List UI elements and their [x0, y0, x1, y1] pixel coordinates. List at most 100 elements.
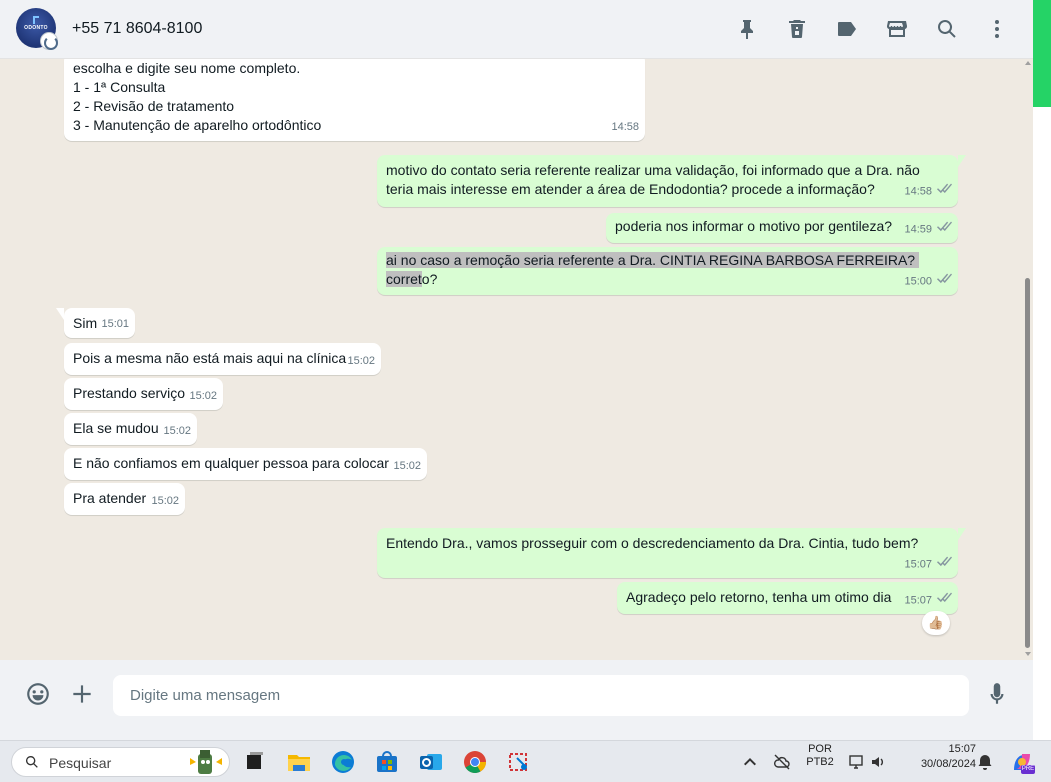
message-time: 15:02: [151, 495, 179, 507]
snipping-tool-icon[interactable]: [505, 748, 533, 776]
message-text: ai no caso a remoção seria referente a D…: [386, 251, 958, 289]
message-time: 15:02: [163, 425, 191, 437]
label-icon[interactable]: [835, 17, 859, 41]
message-text: Pra atender: [73, 490, 147, 506]
store-icon[interactable]: [885, 17, 909, 41]
bubble-tail: [958, 528, 966, 540]
search-highlight-art-icon: [190, 750, 222, 774]
read-ticks-icon: [936, 220, 952, 239]
message-meta: 14:58: [904, 182, 952, 201]
message-time: 15:07: [904, 558, 932, 570]
read-ticks-icon: [936, 272, 952, 291]
message-time: 14:58: [611, 121, 639, 133]
task-view-icon[interactable]: [241, 748, 269, 776]
scroll-down-arrow-icon[interactable]: [1025, 652, 1031, 656]
message-time: 15:00: [904, 275, 932, 287]
message-incoming[interactable]: Sim 15:01: [56, 308, 135, 338]
microphone-icon[interactable]: [984, 681, 1010, 707]
message-composer: [0, 660, 1033, 740]
search-icon: [24, 754, 40, 770]
contact-name[interactable]: +55 71 8604-8100: [72, 20, 202, 38]
copilot-pre-badge: PRE: [1021, 765, 1035, 774]
search-icon[interactable]: [935, 17, 959, 41]
clock-time: 15:07: [948, 743, 976, 755]
avatar-logo-icon: [33, 16, 39, 24]
whatsapp-window: ODONTO +55 71 8604-8100 escolha e digite…: [0, 0, 1033, 740]
message-outgoing[interactable]: poderia nos informar o motivo por gentil…: [606, 213, 958, 243]
scroll-up-arrow-icon[interactable]: [1025, 61, 1031, 65]
message-outgoing[interactable]: Entendo Dra., vamos prosseguir com o des…: [377, 528, 966, 578]
unselected-text: o?: [421, 271, 438, 287]
notification-bell-icon[interactable]: [976, 753, 994, 771]
input-language[interactable]: POR PTB2: [804, 743, 836, 769]
emoji-icon[interactable]: [25, 681, 51, 707]
message-meta: 15:00: [904, 272, 952, 291]
selected-text: ai no caso a remoção seria referente a D…: [386, 252, 919, 287]
scroll-thumb[interactable]: [1025, 278, 1030, 648]
avatar-logo-text: ODONTO: [24, 25, 48, 31]
message-text: Ela se mudou: [73, 420, 159, 436]
edge-browser-icon[interactable]: [329, 748, 357, 776]
clock-date: 30/08/2024: [920, 758, 976, 770]
attach-plus-icon[interactable]: [69, 681, 95, 707]
message-time: 14:58: [904, 185, 932, 197]
outlook-icon[interactable]: [417, 748, 445, 776]
read-ticks-icon: [936, 591, 952, 610]
window-edge: [1033, 107, 1051, 740]
cloud-offline-icon[interactable]: [773, 753, 791, 771]
message-incoming[interactable]: E não confiamos em qualquer pessoa para …: [64, 448, 427, 480]
more-options-icon[interactable]: [985, 17, 1009, 41]
message-meta: 14:59: [904, 220, 952, 239]
windows-taskbar: Pesquisar POR PTB2 15:07 30/08/2024 PRE: [0, 740, 1051, 782]
message-text: poderia nos informar o motivo por gentil…: [615, 218, 893, 234]
message-text: motivo do contato seria referente realiz…: [386, 162, 920, 197]
taskbar-search[interactable]: Pesquisar: [11, 747, 230, 777]
search-label: Pesquisar: [49, 755, 112, 771]
window-edge-accent: [1033, 0, 1051, 107]
message-text: Pois a mesma não está mais aqui na clíni…: [73, 350, 347, 366]
message-time: 15:01: [101, 318, 129, 330]
message-outgoing[interactable]: Agradeço pelo retorno, tenha um otimo di…: [617, 582, 958, 614]
message-time: 15:02: [347, 355, 375, 367]
message-time: 15:07: [904, 594, 932, 606]
message-input[interactable]: [113, 675, 969, 716]
message-outgoing[interactable]: motivo do contato seria referente realiz…: [377, 155, 966, 207]
delete-icon[interactable]: [785, 17, 809, 41]
bubble-tail: [56, 308, 64, 320]
message-text: escolha e digite seu nome completo. 1 - …: [73, 60, 322, 133]
bubble-tail: [958, 155, 966, 167]
message-incoming[interactable]: Prestando serviço 15:02: [64, 378, 223, 410]
chat-header: ODONTO +55 71 8604-8100: [0, 0, 1033, 59]
message-text: Sim: [73, 315, 98, 331]
message-list[interactable]: escolha e digite seu nome completo. 1 - …: [0, 59, 1033, 660]
message-incoming[interactable]: Ela se mudou 15:02: [64, 413, 197, 445]
message-time: 15:02: [189, 390, 217, 402]
read-ticks-icon: [936, 555, 952, 574]
message-incoming[interactable]: escolha e digite seu nome completo. 1 - …: [64, 59, 645, 141]
message-text: Prestando serviço: [73, 385, 186, 401]
microsoft-store-icon[interactable]: [373, 748, 401, 776]
copilot-icon[interactable]: PRE: [1008, 748, 1036, 776]
message-meta: 15:07: [904, 555, 952, 574]
message-incoming[interactable]: Pra atender 15:02: [64, 483, 185, 515]
message-text: Entendo Dra., vamos prosseguir com o des…: [386, 535, 919, 551]
chrome-icon[interactable]: [461, 748, 489, 776]
message-text: Agradeço pelo retorno, tenha um otimo di…: [626, 589, 892, 605]
message-outgoing[interactable]: ai no caso a remoção seria referente a D…: [377, 247, 958, 295]
show-hidden-icons-chevron-icon[interactable]: [741, 753, 759, 771]
message-incoming[interactable]: Pois a mesma não está mais aqui na clíni…: [64, 343, 381, 375]
volume-icon[interactable]: [870, 753, 888, 771]
language-code: POR: [808, 743, 832, 755]
message-text: E não confiamos em qualquer pessoa para …: [73, 455, 389, 471]
message-time: 14:59: [904, 223, 932, 235]
reaction-thumbs-up[interactable]: 👍🏼: [922, 611, 950, 635]
network-icon[interactable]: [848, 753, 866, 771]
pin-icon[interactable]: [735, 17, 759, 41]
business-badge-icon: [40, 32, 58, 50]
message-meta: 15:07: [904, 591, 952, 610]
message-time: 15:02: [393, 460, 421, 472]
chat-scrollbar[interactable]: [1022, 59, 1033, 660]
keyboard-layout: PTB2: [806, 756, 834, 768]
file-explorer-icon[interactable]: [285, 748, 313, 776]
clock[interactable]: 15:07 30/08/2024: [900, 743, 976, 771]
